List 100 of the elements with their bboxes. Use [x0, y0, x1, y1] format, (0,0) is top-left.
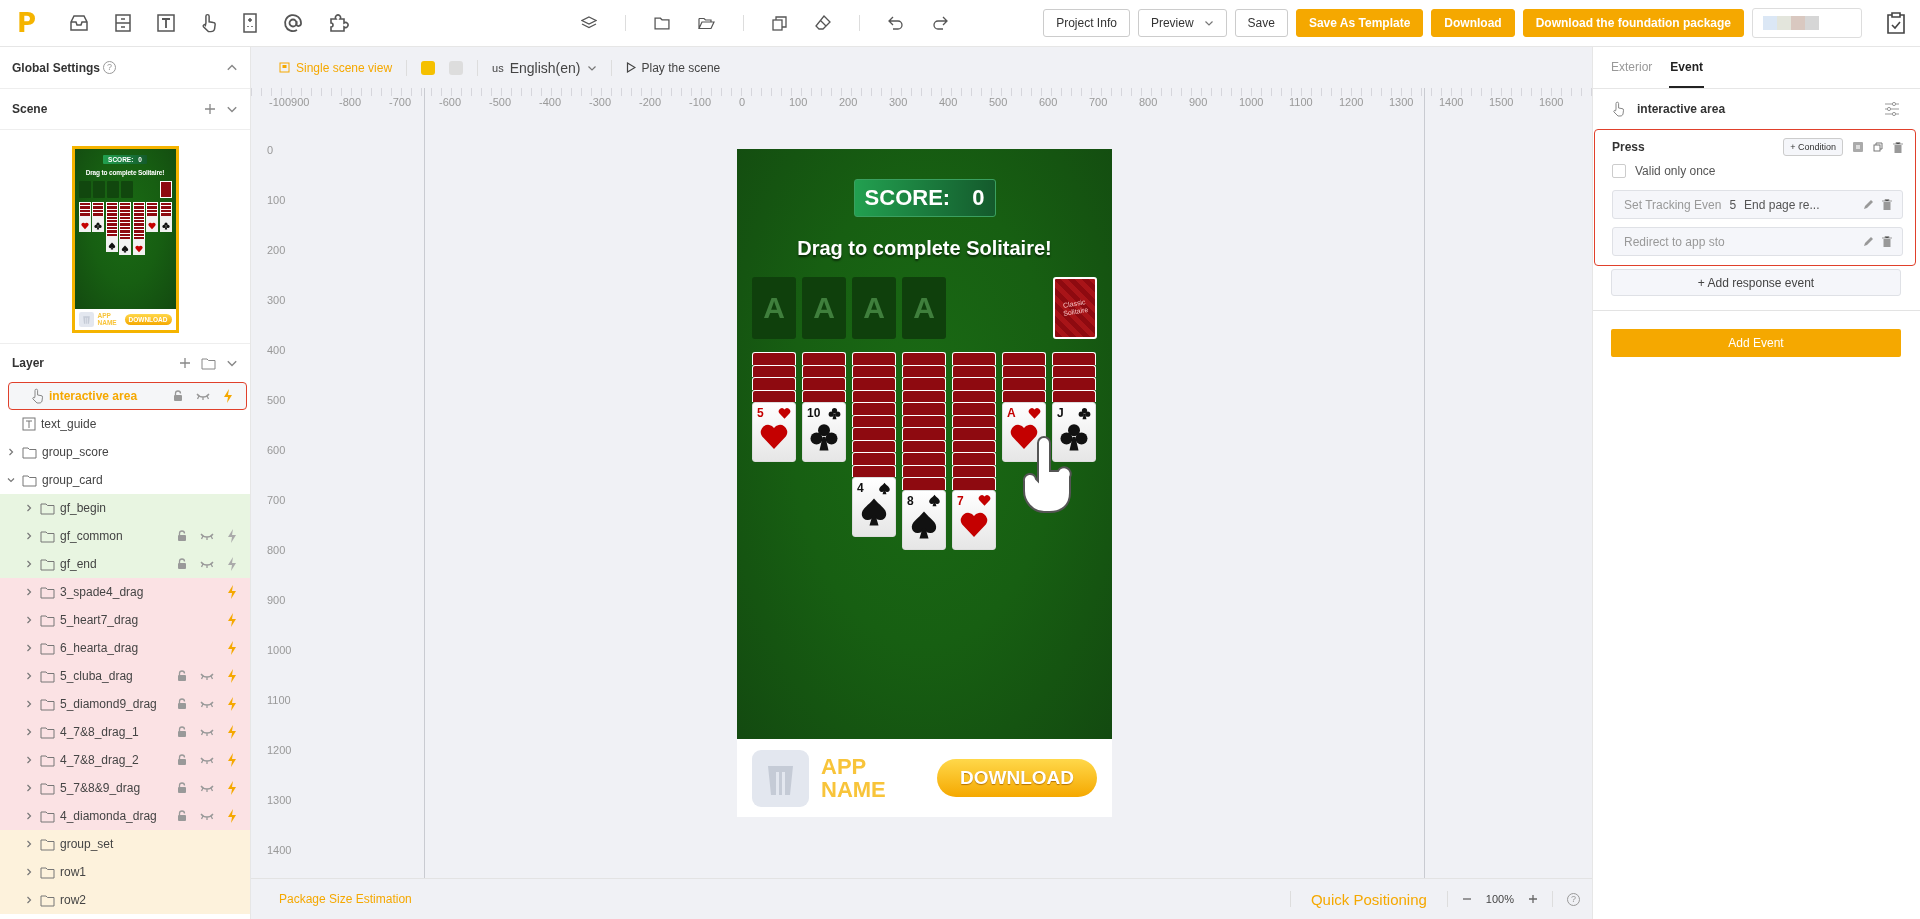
lightning-icon[interactable] [227, 585, 237, 599]
lock-icon[interactable] [176, 670, 188, 682]
closed-eye-icon[interactable] [200, 811, 214, 821]
device-toggle[interactable] [449, 60, 464, 75]
pencil-icon[interactable] [1863, 236, 1874, 247]
copy-icon[interactable] [1873, 142, 1883, 152]
chevron-right-icon[interactable] [24, 895, 34, 905]
chevron-right-icon[interactable] [24, 839, 34, 849]
lock-icon[interactable] [172, 390, 184, 402]
condition-button[interactable]: + Condition [1783, 138, 1843, 156]
inbox-icon[interactable] [69, 14, 89, 32]
closed-eye-icon[interactable] [200, 727, 214, 737]
redo-icon[interactable] [932, 16, 948, 30]
closed-eye-icon[interactable] [200, 755, 214, 765]
closed-eye-icon[interactable] [196, 391, 210, 401]
chevron-down-icon[interactable] [6, 475, 16, 485]
sliders-icon[interactable] [1884, 102, 1900, 116]
play-scene-button[interactable]: Play the scene [625, 60, 721, 75]
lightning-icon[interactable] [227, 557, 237, 571]
lightning-icon[interactable] [227, 613, 237, 627]
chevron-right-icon[interactable] [24, 699, 34, 709]
plus-icon[interactable] [1528, 894, 1538, 904]
layer-row[interactable]: gf_begin [0, 494, 250, 522]
closed-eye-icon[interactable] [200, 559, 214, 569]
lightning-icon[interactable] [227, 529, 237, 543]
chevron-right-icon[interactable] [24, 755, 34, 765]
playing-card[interactable]: 10 [802, 402, 846, 462]
chevron-right-icon[interactable] [24, 643, 34, 653]
eraser-icon[interactable] [815, 15, 831, 31]
toolbar-button[interactable]: Save [1234, 9, 1288, 37]
closed-eye-icon[interactable] [200, 699, 214, 709]
chevron-right-icon[interactable] [24, 811, 34, 821]
layer-row[interactable]: row1 [0, 858, 250, 886]
playing-card[interactable]: 5 [752, 402, 796, 462]
undo-icon[interactable] [888, 16, 904, 30]
device-toggle[interactable] [421, 60, 436, 75]
layer-row[interactable]: group_score [0, 438, 250, 466]
layer-row[interactable]: 4_diamonda_drag [0, 802, 250, 830]
layer-row[interactable]: 5_heart7_drag [0, 606, 250, 634]
form-icon[interactable] [115, 14, 131, 32]
lock-icon[interactable] [176, 810, 188, 822]
closed-eye-icon[interactable] [200, 671, 214, 681]
chevron-right-icon[interactable] [24, 727, 34, 737]
lock-icon[interactable] [176, 782, 188, 794]
action-field[interactable]: Set Tracking Even 5 End page re... [1612, 190, 1903, 219]
copy-icon[interactable] [772, 15, 787, 31]
lightning-icon[interactable] [227, 781, 237, 795]
chevron-right-icon[interactable] [24, 783, 34, 793]
folder-open-icon[interactable] [698, 16, 715, 30]
layer-row[interactable]: 6_hearta_drag [0, 634, 250, 662]
folder-icon[interactable] [201, 356, 216, 370]
layer-row[interactable]: 4_7&8_drag_2 [0, 746, 250, 774]
layer-row[interactable]: row2 [0, 886, 250, 914]
layer-row[interactable]: 5_cluba_drag [0, 662, 250, 690]
lightning-icon[interactable] [227, 725, 237, 739]
plus-icon[interactable] [179, 357, 191, 369]
chevron-right-icon[interactable] [24, 671, 34, 681]
layer-row[interactable]: gf_end [0, 550, 250, 578]
language-dropdown[interactable]: us English(en) [492, 59, 597, 76]
lightning-icon[interactable] [227, 809, 237, 823]
layer-row[interactable]: 3_spade4_drag [0, 578, 250, 606]
layer-row[interactable]: group_set [0, 830, 250, 858]
layer-row[interactable]: 5_7&8&9_drag [0, 774, 250, 802]
chevron-right-icon[interactable] [24, 615, 34, 625]
lightning-icon[interactable] [223, 389, 233, 403]
lightning-icon[interactable] [227, 641, 237, 655]
lock-icon[interactable] [176, 754, 188, 766]
layer-row[interactable]: 5_diamond9_drag [0, 690, 250, 718]
chevron-right-icon[interactable] [24, 503, 34, 513]
chevron-right-icon[interactable] [24, 559, 34, 569]
square-icon[interactable] [1853, 142, 1863, 152]
trash-icon[interactable] [1882, 236, 1892, 247]
toolbar-button[interactable]: Project Info [1043, 9, 1130, 37]
playing-card[interactable]: 4 [852, 477, 896, 537]
puzzle-icon[interactable] [329, 13, 349, 33]
plus-icon[interactable] [204, 103, 216, 115]
layer-row[interactable]: 4_7&8_drag_1 [0, 718, 250, 746]
text-box-icon[interactable] [157, 14, 175, 32]
chevron-right-icon[interactable] [6, 447, 16, 457]
trash-icon[interactable] [1893, 141, 1903, 153]
lock-icon[interactable] [176, 530, 188, 542]
layer-row[interactable]: gf_common [0, 522, 250, 550]
calculator-icon[interactable] [243, 13, 257, 33]
playing-card[interactable]: 7 [952, 489, 996, 550]
pencil-icon[interactable] [1863, 199, 1874, 210]
at-sign-icon[interactable] [283, 13, 303, 33]
chevron-right-icon[interactable] [24, 531, 34, 541]
folder-icon[interactable] [654, 16, 670, 30]
chevron-right-icon[interactable] [24, 587, 34, 597]
add-response-event-button[interactable]: + Add response event [1611, 269, 1901, 296]
layers-icon[interactable] [581, 15, 597, 31]
chevron-right-icon[interactable] [24, 867, 34, 877]
hand-pointer-icon[interactable] [201, 13, 217, 33]
closed-eye-icon[interactable] [200, 783, 214, 793]
playing-card[interactable]: 8 [902, 489, 946, 550]
lock-icon[interactable] [176, 698, 188, 710]
checkbox[interactable] [1612, 164, 1626, 178]
layer-row[interactable]: group_card [0, 466, 250, 494]
lightning-icon[interactable] [227, 697, 237, 711]
lightning-icon[interactable] [227, 753, 237, 767]
